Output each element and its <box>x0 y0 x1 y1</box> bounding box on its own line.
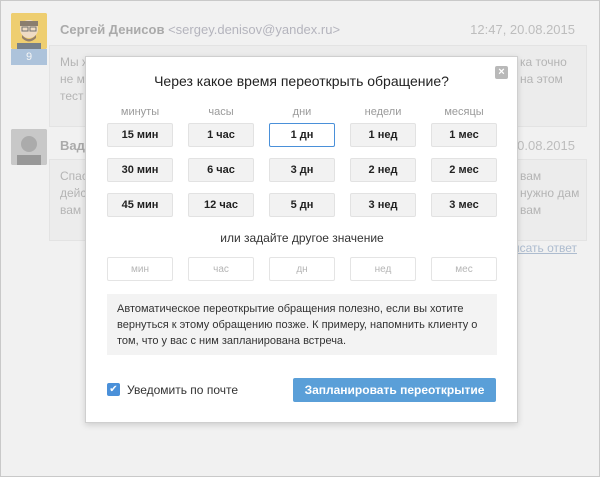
column-header-hours: часы <box>208 106 234 118</box>
interval-option-button[interactable]: 3 нед <box>350 193 416 217</box>
custom-value-inputs <box>107 257 497 281</box>
custom-minutes-input[interactable] <box>107 257 173 281</box>
interval-option-button[interactable]: 30 мин <box>107 158 173 182</box>
interval-row: 15 мин 1 час 1 дн 1 нед 1 мес <box>107 123 497 147</box>
custom-hours-input[interactable] <box>188 257 254 281</box>
interval-option-button[interactable]: 12 час <box>188 193 254 217</box>
custom-value-label: или задайте другое значение <box>220 231 384 245</box>
interval-option-button[interactable]: 2 мес <box>431 158 497 182</box>
column-header-weeks: недели <box>364 106 402 118</box>
interval-row: 45 мин 12 час 5 дн 3 нед 3 мес <box>107 193 497 217</box>
column-header-months: месяцы <box>444 106 484 118</box>
interval-option-button[interactable]: 2 нед <box>350 158 416 182</box>
interval-row: 30 мин 6 час 3 дн 2 нед 2 мес <box>107 158 497 182</box>
app-window: 9 Сергей Денисов <sergey.denisov@yandex.… <box>0 0 600 477</box>
info-text: Автоматическое переоткрытие обращения по… <box>107 294 497 355</box>
interval-option-button-selected[interactable]: 1 дн <box>269 123 335 147</box>
checkmark-icon: ✔ <box>109 384 118 395</box>
custom-months-input[interactable] <box>431 257 497 281</box>
schedule-reopen-button[interactable]: Запланировать переоткрытие <box>293 378 496 402</box>
interval-option-button[interactable]: 1 мес <box>431 123 497 147</box>
interval-option-button[interactable]: 3 дн <box>269 158 335 182</box>
custom-days-input[interactable] <box>269 257 335 281</box>
interval-option-button[interactable]: 3 мес <box>431 193 497 217</box>
interval-option-button[interactable]: 5 дн <box>269 193 335 217</box>
notify-checkbox[interactable]: ✔ <box>107 383 120 396</box>
interval-grid: минуты часы дни недели месяцы 15 мин 1 ч… <box>107 102 497 281</box>
reopen-dialog: × Через какое время переоткрыть обращени… <box>85 56 518 423</box>
interval-option-button[interactable]: 1 час <box>188 123 254 147</box>
interval-option-button[interactable]: 6 час <box>188 158 254 182</box>
column-header-minutes: минуты <box>120 106 160 118</box>
dialog-footer: ✔ Уведомить по почте Запланировать перео… <box>107 378 496 402</box>
column-headers: минуты часы дни недели месяцы <box>107 102 497 122</box>
dialog-title: Через какое время переоткрыть обращение? <box>154 73 449 89</box>
interval-option-button[interactable]: 45 мин <box>107 193 173 217</box>
interval-option-button[interactable]: 15 мин <box>107 123 173 147</box>
column-header-days: дни <box>292 106 312 118</box>
interval-option-button[interactable]: 1 нед <box>350 123 416 147</box>
custom-weeks-input[interactable] <box>350 257 416 281</box>
notify-label: Уведомить по почте <box>127 383 239 397</box>
